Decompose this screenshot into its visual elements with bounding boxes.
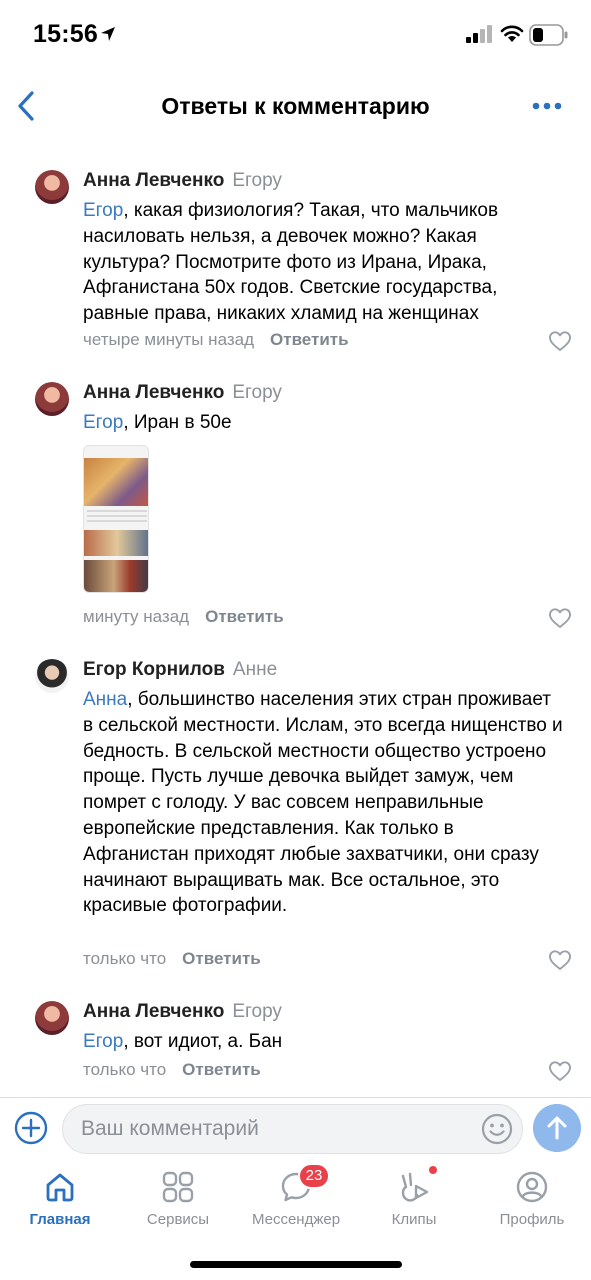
comment-input-bar [0,1097,591,1159]
avatar[interactable] [35,382,69,416]
tab-messenger[interactable]: 23 Мессенджер [241,1163,351,1236]
comment-header: Анна Левченко Егору [83,170,282,192]
reply-button[interactable]: Ответить [182,1060,261,1079]
comment-body: , Иран в 50е [123,412,232,433]
signal-icon [466,25,492,43]
comment-meta: минуту назад Ответить [83,607,284,627]
tab-label: Сервисы [146,1211,210,1228]
text-block [87,510,147,524]
like-icon[interactable] [548,607,572,629]
comment-time: четыре минуты назад [83,330,255,349]
battery-icon [529,24,568,46]
tab-label: Клипы [391,1211,437,1228]
tab-profile[interactable]: Профиль [477,1166,587,1236]
send-button[interactable] [533,1104,581,1152]
mention-link[interactable]: Егор [83,1031,123,1052]
author-name[interactable]: Егор Корнилов [83,659,225,680]
mention-link[interactable]: Егор [83,412,123,433]
tab-services[interactable]: Сервисы [123,1166,233,1236]
author-name[interactable]: Анна Левченко [83,382,224,403]
reply-to: Егору [232,382,282,403]
comment-body: , какая физиология? Такая, что мальчиков… [83,200,499,325]
mention-link[interactable]: Анна [83,689,127,710]
like-icon[interactable] [548,949,572,971]
tab-clips[interactable]: Клипы [359,1166,469,1236]
reply-button[interactable]: Ответить [270,330,349,349]
author-name[interactable]: Анна Левченко [83,170,224,191]
comment-text: Анна, большинство населения этих стран п… [83,687,563,919]
photo-block [84,530,148,556]
comment-meta: четыре минуты назад Ответить [83,330,349,350]
comment-text: Егор, вот идиот, а. Бан [83,1029,563,1055]
comment-meta: только что Ответить [83,1060,261,1080]
reply-button[interactable]: Ответить [205,607,284,626]
reply-to: Егору [232,170,282,191]
notification-dot [429,1166,437,1174]
comment-meta: только что Ответить [83,949,261,969]
tab-label: Мессенджер [251,1211,341,1228]
home-indicator [190,1261,402,1268]
more-options-button[interactable] [530,92,564,120]
like-icon[interactable] [548,330,572,352]
avatar[interactable] [35,1001,69,1035]
comment-header: Егор Корнилов Анне [83,659,277,681]
comment-header: Анна Левченко Егору [83,382,282,404]
avatar[interactable] [35,170,69,204]
reply-button[interactable]: Ответить [182,949,261,968]
mention-link[interactable]: Егор [83,200,123,221]
page-title: Ответы к комментарию [161,93,430,119]
home-icon [46,1173,74,1202]
location-arrow-icon [101,27,115,41]
status-time: 15:56 [33,20,98,48]
unread-badge: 23 [298,1163,330,1189]
tab-bar: Главная Сервисы 23 Мессенджер Клипы Проф… [0,1160,591,1240]
comment-body: , вот идиот, а. Бан [123,1031,283,1052]
photo-block [84,458,148,506]
comment-text: Егор, Иран в 50е [83,410,563,436]
clips-icon [401,1172,429,1202]
attached-image[interactable] [83,445,149,593]
status-bar: 15:56 [0,0,591,70]
comment-time: только что [83,1060,167,1079]
reply-to: Егору [232,1001,282,1022]
wifi-icon [500,25,524,42]
nav-header: Ответы к комментарию [0,70,591,142]
comment-time: только что [83,949,167,968]
photo-block [84,560,148,592]
comment-header: Анна Левченко Егору [83,1001,282,1023]
avatar[interactable] [35,659,69,693]
emoji-icon[interactable] [480,1112,514,1146]
profile-icon [516,1171,548,1203]
services-icon [162,1171,194,1203]
tab-label: Профиль [499,1211,565,1228]
author-name[interactable]: Анна Левченко [83,1001,224,1022]
comment-input[interactable] [62,1104,523,1154]
tab-home[interactable]: Главная [5,1166,115,1236]
comment-body: , большинство населения этих стран прожи… [83,689,563,917]
comment-time: минуту назад [83,607,190,626]
comment-text: Егор, какая физиология? Такая, что мальч… [83,198,563,327]
like-icon[interactable] [548,1060,572,1082]
tab-label: Главная [29,1211,91,1228]
reply-to: Анне [232,659,278,680]
add-attachment-button[interactable] [14,1111,48,1145]
